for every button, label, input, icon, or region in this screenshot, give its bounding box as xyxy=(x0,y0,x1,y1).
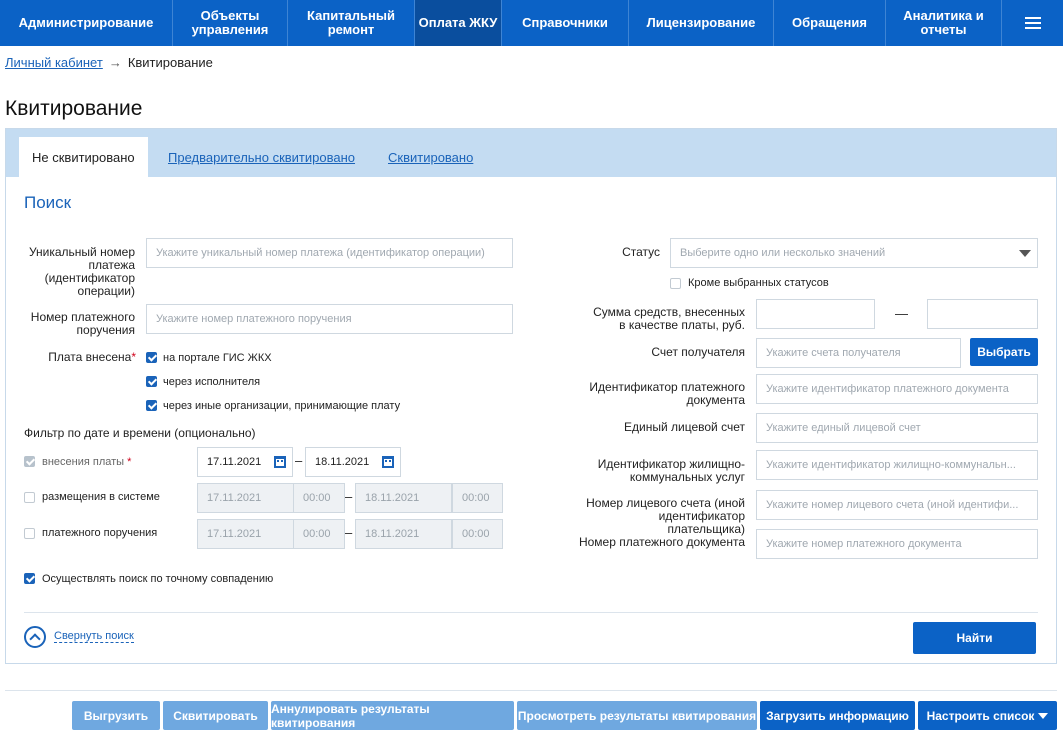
upload-info-button[interactable]: Загрузить информацию xyxy=(760,701,915,730)
nav-item-administration[interactable]: Администрирование xyxy=(0,0,173,46)
date-order-label: платежного поручения xyxy=(42,527,158,539)
paid-via-portal-checkbox[interactable] xyxy=(146,352,157,363)
housing-service-id-input[interactable]: Укажите идентификатор жилищно-коммунальн… xyxy=(756,450,1038,480)
date-range-dash: – xyxy=(295,453,303,468)
nav-item-appeals[interactable]: Обращения xyxy=(774,0,886,46)
date-range-dash: – xyxy=(345,489,353,504)
form-divider xyxy=(24,612,1038,613)
cancel-reconcile-button[interactable]: Аннулировать результаты квитирования xyxy=(271,701,514,730)
calendar-icon[interactable] xyxy=(382,456,394,468)
date-payment-from-input[interactable]: 17.11.2021 xyxy=(197,447,293,477)
nav-item-capital-repair[interactable]: Капитальный ремонт xyxy=(288,0,415,46)
except-statuses-label: Кроме выбранных статусов xyxy=(688,277,829,289)
view-results-button[interactable]: Просмотреть результаты квитирования xyxy=(517,701,757,730)
unified-account-input[interactable]: Укажите единый лицевой счет xyxy=(756,413,1038,443)
nav-item-payment[interactable]: Оплата ЖКУ xyxy=(415,0,502,46)
housing-service-id-label: Идентификатор жилищно-коммунальных услуг xyxy=(597,457,745,484)
select-account-button[interactable]: Выбрать xyxy=(970,338,1038,366)
payment-id-input[interactable]: Укажите уникальный номер платежа (иденти… xyxy=(146,238,513,268)
caret-down-icon xyxy=(1038,712,1049,719)
date-order-to-time[interactable]: 00:00 xyxy=(452,519,503,549)
payment-doc-id-input[interactable]: Укажите идентификатор платежного докумен… xyxy=(756,374,1038,404)
date-filter-title: Фильтр по дате и времени (опционально) xyxy=(24,426,256,440)
search-title: Поиск xyxy=(24,193,72,212)
hamburger-icon xyxy=(1024,17,1041,29)
tabs-bar: Не сквитировано Предварительно сквитиров… xyxy=(6,129,1056,177)
order-number-input[interactable]: Укажите номер платежного поручения xyxy=(146,304,513,334)
search-panel: Не сквитировано Предварительно сквитиров… xyxy=(5,128,1057,664)
breadcrumb-current: Квитирование xyxy=(127,55,213,70)
chevron-down-icon xyxy=(1019,250,1031,257)
breadcrumb-home-link[interactable]: Личный кабинет xyxy=(5,55,103,70)
personal-account-label: Номер лицевого счета (иной идентификатор… xyxy=(586,496,745,536)
date-placement-from-input[interactable]: 17.11.2021 xyxy=(197,483,294,513)
calendar-icon[interactable] xyxy=(274,456,286,468)
unified-account-label: Единый лицевой счет xyxy=(624,420,745,434)
sum-from-input[interactable] xyxy=(756,299,875,329)
paid-via-label: Плата внесена* xyxy=(48,350,136,364)
status-select[interactable]: Выберите одно или несколько значений xyxy=(670,238,1038,268)
exact-match-label: Осуществлять поиск по точному совпадению xyxy=(42,573,274,585)
sum-range-dash: — xyxy=(895,306,908,321)
recipient-account-input[interactable]: Укажите счета получателя xyxy=(756,338,961,368)
paid-via-portal-label: на портале ГИС ЖКХ xyxy=(163,352,272,364)
reconcile-button[interactable]: Сквитировать xyxy=(163,701,268,730)
paid-via-other-checkbox[interactable] xyxy=(146,400,157,411)
sum-to-input[interactable] xyxy=(927,299,1038,329)
breadcrumb-separator: → xyxy=(108,55,122,70)
tab-reconciled[interactable]: Сквитировано xyxy=(388,137,473,177)
sum-label: Сумма средств, внесенных в качестве плат… xyxy=(593,305,745,332)
date-placement-label: размещения в системе xyxy=(42,491,160,503)
export-button[interactable]: Выгрузить xyxy=(72,701,160,730)
breadcrumb: Личный кабинет → Квитирование xyxy=(5,55,213,70)
paid-via-executor-label: через исполнителя xyxy=(163,376,261,388)
date-order-from-input[interactable]: 17.11.2021 xyxy=(197,519,294,549)
except-statuses-checkbox[interactable] xyxy=(670,278,681,289)
date-order-checkbox[interactable] xyxy=(24,528,35,539)
order-number-label: Номер платежного поручения xyxy=(30,310,135,337)
recipient-account-label: Счет получателя xyxy=(651,345,745,359)
payment-doc-number-label: Номер платежного документа xyxy=(578,535,745,549)
exact-match-checkbox[interactable] xyxy=(24,573,35,584)
date-placement-from-time[interactable]: 00:00 xyxy=(293,483,345,513)
collapse-search-link[interactable]: Свернуть поиск xyxy=(54,630,134,643)
date-placement-checkbox[interactable] xyxy=(24,492,35,503)
date-payment-checkbox[interactable] xyxy=(24,456,35,467)
nav-item-analytics[interactable]: Аналитика и отчеты xyxy=(886,0,1002,46)
menu-button[interactable] xyxy=(1002,0,1063,46)
nav-item-references[interactable]: Справочники xyxy=(502,0,629,46)
date-payment-label: внесения платы * xyxy=(42,456,132,468)
tab-not-reconciled[interactable]: Не сквитировано xyxy=(19,137,148,177)
payment-doc-number-input[interactable]: Укажите номер платежного документа xyxy=(756,529,1038,559)
top-navigation: Администрирование Объекты управления Кап… xyxy=(0,0,1063,46)
paid-via-other-label: через иные организации, принимающие плат… xyxy=(163,400,401,412)
date-placement-to-input[interactable]: 18.11.2021 xyxy=(355,483,452,513)
page-title: Квитирование xyxy=(5,97,143,120)
tab-pre-reconciled[interactable]: Предварительно сквитировано xyxy=(168,137,355,177)
date-order-to-input[interactable]: 18.11.2021 xyxy=(355,519,452,549)
bottom-divider xyxy=(5,690,1057,691)
payment-doc-id-label: Идентификатор платежного документа xyxy=(589,380,745,407)
status-label: Статус xyxy=(622,245,660,259)
configure-list-button[interactable]: Настроить список xyxy=(918,701,1057,730)
paid-via-executor-checkbox[interactable] xyxy=(146,376,157,387)
payment-id-label: Уникальный номер платежа (идентификатор … xyxy=(28,245,135,298)
date-range-dash: – xyxy=(345,525,353,540)
nav-item-objects[interactable]: Объекты управления xyxy=(173,0,288,46)
chevron-up-circle-icon[interactable] xyxy=(24,626,46,648)
personal-account-input[interactable]: Укажите номер лицевого счета (иной идент… xyxy=(756,490,1038,520)
date-order-from-time[interactable]: 00:00 xyxy=(293,519,345,549)
find-button[interactable]: Найти xyxy=(913,622,1036,654)
date-payment-to-input[interactable]: 18.11.2021 xyxy=(305,447,401,477)
date-placement-to-time[interactable]: 00:00 xyxy=(452,483,503,513)
nav-item-licensing[interactable]: Лицензирование xyxy=(629,0,774,46)
